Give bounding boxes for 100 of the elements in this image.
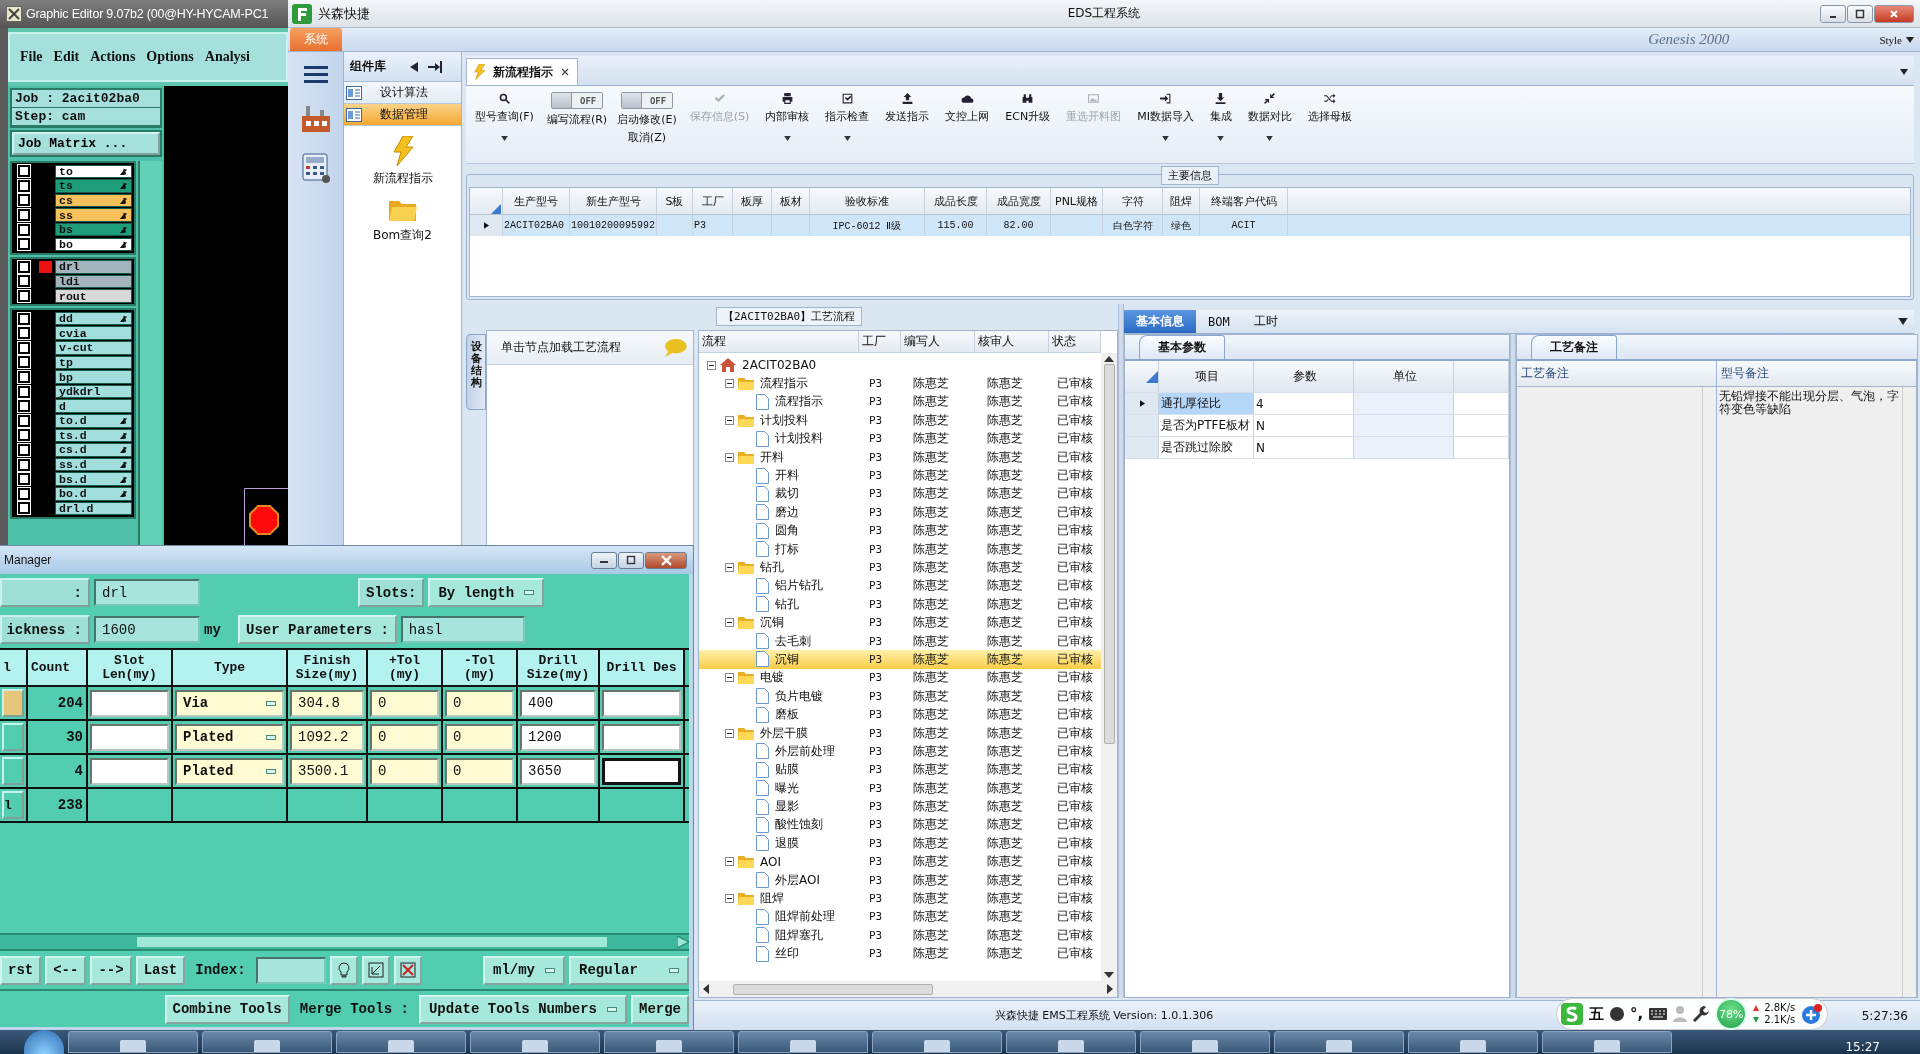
menu-item[interactable]: Edit bbox=[53, 49, 80, 65]
layer-name[interactable]: drl bbox=[55, 260, 133, 274]
maximize-button[interactable] bbox=[1847, 4, 1873, 23]
calculator-icon[interactable] bbox=[299, 152, 332, 184]
column-header[interactable]: 单位 bbox=[1354, 361, 1454, 392]
column-header[interactable]: 工厂 bbox=[693, 188, 733, 214]
input-field[interactable]: 0 bbox=[445, 689, 514, 717]
input-field[interactable]: 400 bbox=[520, 689, 596, 717]
column-header[interactable]: 参数 bbox=[1254, 361, 1354, 392]
layer-checkbox[interactable] bbox=[18, 209, 30, 222]
column-header[interactable]: 状态 bbox=[1049, 331, 1101, 352]
column-header[interactable]: 板厚 bbox=[733, 188, 772, 214]
toolbar-button[interactable]: 数据对比 bbox=[1244, 90, 1295, 143]
toolbar-button[interactable]: 内部审核 bbox=[762, 90, 813, 143]
toolbar-button[interactable]: ECN升级 bbox=[1002, 90, 1054, 126]
document-tab[interactable]: 新流程指示 bbox=[466, 58, 578, 85]
maximize-button[interactable] bbox=[618, 551, 644, 569]
scroll-up-icon[interactable] bbox=[1104, 356, 1114, 362]
toolbar-button[interactable]: 型号查询(F) bbox=[472, 90, 537, 143]
slots-dropdown[interactable]: By length bbox=[428, 578, 545, 607]
tree-row[interactable]: 2ACIT02BA0 bbox=[699, 356, 1101, 375]
merge-button[interactable]: Merge bbox=[631, 994, 689, 1024]
menu-item[interactable]: File bbox=[20, 49, 43, 65]
layer-name[interactable]: tp bbox=[55, 355, 133, 370]
table-row[interactable]: 通孔厚径比 4 bbox=[1125, 393, 1509, 415]
layer-name[interactable]: ldi bbox=[55, 274, 133, 289]
tree-row[interactable]: 曝光 P3 陈惠芝 陈惠芝 已审核 bbox=[699, 779, 1101, 798]
layer-checkbox[interactable] bbox=[18, 473, 30, 486]
menu-item[interactable]: Analysi bbox=[204, 49, 250, 65]
navigation-button[interactable]: --> bbox=[90, 955, 132, 985]
input-field[interactable]: 0 bbox=[370, 689, 439, 717]
mode-dropdown[interactable]: Regular bbox=[569, 955, 689, 985]
tree-row[interactable]: 计划投料 P3 陈惠芝 陈惠芝 已审核 bbox=[699, 429, 1101, 448]
style-menu[interactable]: Style bbox=[1879, 33, 1902, 46]
taskbar-app-icon[interactable] bbox=[202, 1031, 332, 1053]
layer-name[interactable]: v-cut bbox=[55, 341, 133, 355]
navigation-button[interactable]: rst bbox=[0, 955, 42, 985]
column-header[interactable]: 终端客户代码 bbox=[1200, 188, 1288, 214]
layer-checkbox[interactable] bbox=[18, 458, 30, 471]
taskbar-app-icon[interactable] bbox=[604, 1031, 734, 1053]
tool-color-swatch[interactable] bbox=[2, 723, 24, 751]
layer-name[interactable]: rout bbox=[55, 289, 133, 303]
component-item[interactable]: 新流程指示 bbox=[344, 136, 461, 187]
input-method-icon[interactable] bbox=[1561, 1003, 1583, 1025]
taskbar-app-icon[interactable] bbox=[470, 1031, 600, 1053]
dot-icon[interactable] bbox=[1610, 1007, 1624, 1021]
column-header[interactable]: 核审人 bbox=[975, 331, 1049, 352]
layer-name[interactable]: cs bbox=[55, 193, 133, 208]
column-header[interactable]: 新生产型号 bbox=[570, 188, 657, 214]
input-field[interactable] bbox=[602, 757, 681, 785]
tree-row[interactable]: 计划投料 P3 陈惠芝 陈惠芝 已审核 bbox=[699, 411, 1101, 430]
column-header[interactable]: 字符 bbox=[1103, 188, 1163, 214]
tree-row[interactable]: 阻焊前处理 P3 陈惠芝 陈惠芝 已审核 bbox=[699, 907, 1101, 927]
type-dropdown[interactable]: Plated bbox=[175, 723, 284, 751]
layer-checkbox[interactable] bbox=[18, 223, 30, 236]
input-field[interactable]: 0 bbox=[445, 757, 514, 785]
layer-name[interactable]: bo bbox=[55, 237, 133, 251]
index-field[interactable] bbox=[255, 956, 326, 984]
toolbar-button[interactable]: 集成 bbox=[1206, 90, 1235, 143]
layer-checkbox[interactable] bbox=[18, 356, 30, 369]
tree-row[interactable]: 去毛刺 P3 陈惠芝 陈惠芝 已审核 bbox=[699, 631, 1101, 651]
layer-checkbox[interactable] bbox=[18, 327, 30, 340]
collapse-toggle[interactable] bbox=[707, 360, 716, 370]
tab[interactable]: 工时 bbox=[1241, 310, 1290, 333]
keyboard-icon[interactable] bbox=[1649, 1008, 1668, 1020]
column-header[interactable]: 验收标准 bbox=[810, 188, 925, 214]
tree-row[interactable]: 圆角 P3 陈惠芝 陈惠芝 已审核 bbox=[699, 521, 1101, 540]
layer-checkbox[interactable] bbox=[18, 385, 30, 398]
layer-checkbox[interactable] bbox=[18, 487, 30, 500]
minimize-button[interactable] bbox=[1820, 4, 1846, 23]
column-header[interactable]: 生产型号 bbox=[503, 188, 570, 214]
type-dropdown[interactable]: Plated bbox=[175, 757, 284, 785]
layer-checkbox[interactable] bbox=[18, 414, 30, 427]
tree-row[interactable]: 钻孔 P3 陈惠芝 陈惠芝 已审核 bbox=[699, 595, 1101, 614]
taskbar-app-icon[interactable] bbox=[1274, 1031, 1404, 1053]
layer-checkbox[interactable] bbox=[18, 341, 30, 354]
collapse-toggle[interactable] bbox=[725, 857, 734, 867]
layer-checkbox[interactable] bbox=[18, 312, 30, 325]
bulb-icon[interactable] bbox=[336, 962, 351, 978]
delete-icon[interactable] bbox=[399, 962, 416, 978]
layer-name[interactable]: ts bbox=[55, 179, 133, 193]
column-header[interactable]: PNL规格 bbox=[1051, 188, 1103, 214]
layer-checkbox[interactable] bbox=[18, 444, 30, 456]
layer-name[interactable]: ss bbox=[55, 208, 133, 222]
taskbar-app-icon[interactable] bbox=[1542, 1031, 1672, 1053]
layer-checkbox[interactable] bbox=[18, 400, 30, 413]
tree-row[interactable]: 丝印 P3 陈惠芝 陈惠芝 已审核 bbox=[699, 944, 1101, 963]
tree-row[interactable]: 外层AOI P3 陈惠芝 陈惠芝 已审核 bbox=[699, 870, 1101, 890]
caret-icon[interactable] bbox=[1900, 69, 1908, 75]
tree-row[interactable]: 贴膜 P3 陈惠芝 陈惠芝 已审核 bbox=[699, 760, 1101, 779]
layer-name[interactable]: d bbox=[55, 399, 133, 413]
column-header[interactable]: 流程 bbox=[699, 331, 859, 352]
taskbar-app-icon[interactable] bbox=[1408, 1031, 1538, 1053]
tree-row[interactable]: 沉铜 P3 陈惠芝 陈惠芝 已审核 bbox=[699, 613, 1101, 632]
layer-name[interactable]: to bbox=[55, 164, 133, 179]
toggle-switch[interactable]: OFF bbox=[620, 92, 673, 109]
table-row[interactable]: 2ACIT02BA0 10010200095992 P3 IPC-6012 Ⅱ级 115.00 82.00 白色字符 绿色 ACIT bbox=[470, 215, 1910, 236]
tool-color-swatch[interactable] bbox=[2, 689, 24, 717]
collapse-toggle[interactable] bbox=[725, 379, 734, 389]
table-row[interactable]: 是否跳过除胶 N bbox=[1125, 437, 1509, 459]
